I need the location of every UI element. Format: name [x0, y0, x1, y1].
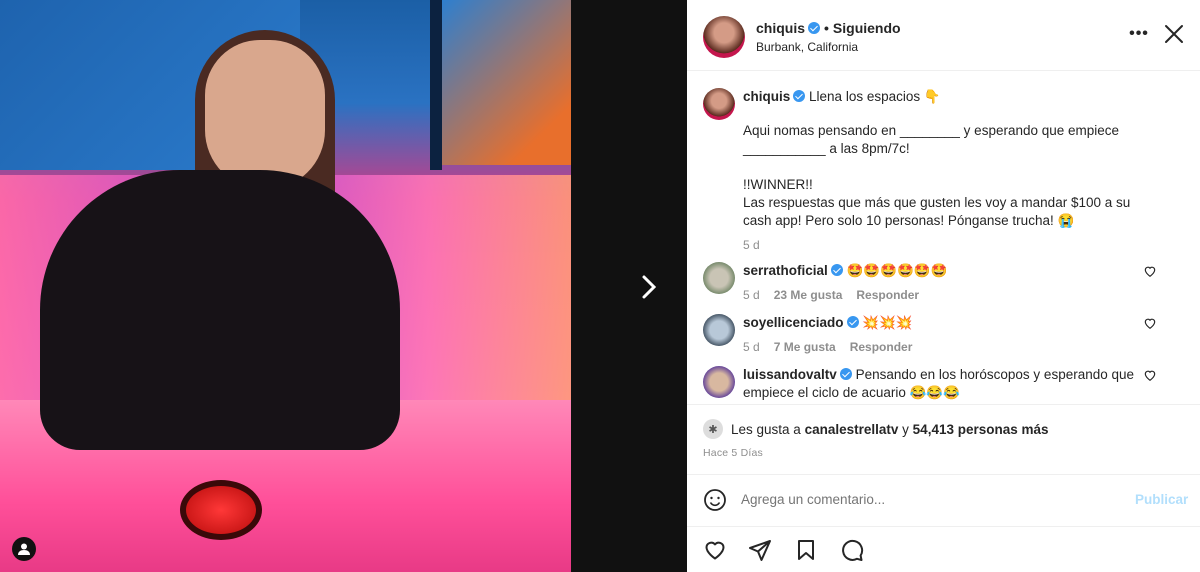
comment-likes[interactable]: 7 Me gusta [774, 340, 836, 354]
comment-input[interactable] [741, 492, 1091, 507]
tagged-user-icon[interactable] [12, 537, 36, 561]
comment-username[interactable]: soyellicenciado [743, 315, 844, 330]
author-avatar[interactable] [703, 88, 735, 120]
bookmark-icon[interactable] [794, 538, 818, 562]
post-comment-button[interactable]: Publicar [1135, 492, 1188, 507]
verified-badge-icon [793, 90, 806, 102]
emoji-icon[interactable] [703, 488, 727, 512]
author-avatar[interactable] [703, 16, 745, 58]
comment-text: 🤩🤩🤩🤩🤩🤩 [846, 263, 948, 278]
caption-title: Llena los espacios 👇 [809, 89, 941, 104]
caption-text: Aqui nomas pensando en ________ y espera… [743, 123, 1131, 228]
post-location[interactable]: Burbank, California [756, 40, 858, 54]
red-buzzer [180, 480, 262, 540]
post-header: chiquis • Siguiendo Burbank, California ••… [687, 0, 1200, 71]
comment-username[interactable]: serrathoficial [743, 263, 828, 278]
like-comment-heart-icon[interactable] [1143, 316, 1157, 330]
liker-avatar-icon[interactable]: ✱ [703, 419, 723, 439]
close-icon[interactable] [1162, 22, 1186, 46]
comment-likes[interactable]: 23 Me gusta [774, 288, 843, 302]
commenter-avatar[interactable] [703, 262, 735, 294]
likes-prefix: Les gusta a [731, 421, 801, 437]
likes-joiner: y [902, 421, 909, 437]
more-options-icon[interactable]: ••• [1127, 22, 1151, 46]
share-send-icon[interactable] [748, 538, 772, 562]
commenter-avatar[interactable] [703, 366, 735, 398]
reply-button[interactable]: Responder [850, 340, 913, 354]
comments-list: chiquis Llena los espacios 👇 Aqui nomas … [687, 72, 1200, 404]
commenter-avatar[interactable] [703, 314, 735, 346]
post-actions [687, 526, 1200, 572]
likes-count[interactable]: 54,413 personas más [913, 422, 1049, 437]
verified-badge-icon [830, 264, 843, 276]
caption-username[interactable]: chiquis [743, 89, 790, 104]
verified-badge-icon [808, 22, 821, 34]
like-heart-icon[interactable] [703, 538, 727, 562]
reply-button[interactable]: Responder [856, 288, 919, 302]
author-username[interactable]: chiquis [756, 20, 805, 36]
caption-time[interactable]: 5 d [743, 238, 760, 252]
post-photo[interactable] [0, 0, 571, 572]
comment-bubble-icon[interactable] [840, 538, 864, 562]
comment-text: 💥💥💥 [862, 315, 913, 330]
following-button[interactable]: Siguiendo [833, 20, 901, 36]
post-sidebar: chiquis • Siguiendo Burbank, California ••… [687, 0, 1200, 572]
posted-time[interactable]: Hace 5 Días [703, 447, 763, 459]
verified-badge-icon [846, 316, 859, 328]
comment-time[interactable]: 5 d [743, 288, 760, 302]
comment-time[interactable]: 5 d [743, 340, 760, 354]
next-post-arrow-icon[interactable] [636, 272, 662, 302]
add-comment-bar: Publicar [687, 474, 1200, 526]
like-comment-heart-icon[interactable] [1143, 264, 1157, 278]
comment-username[interactable]: luissandovaltv [743, 367, 837, 382]
like-comment-heart-icon[interactable] [1143, 368, 1157, 382]
liker-username[interactable]: canalestrellatv [805, 422, 899, 437]
verified-badge-icon [839, 368, 852, 380]
